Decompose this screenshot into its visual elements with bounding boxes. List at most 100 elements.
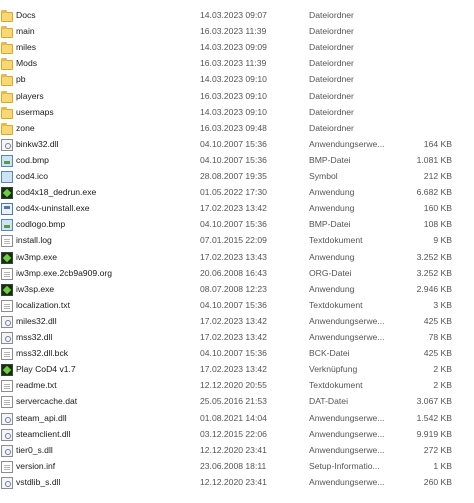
file-row[interactable]: cod4x-uninstall.exe 17.02.2023 13:42 Anwen… bbox=[0, 201, 474, 217]
file-date-modified: 20.06.2008 16:43 bbox=[200, 267, 267, 278]
file-size: 160 KB bbox=[423, 203, 452, 214]
file-row[interactable]: steam_api.dll 01.08.2021 14:04 Anwendungse… bbox=[0, 411, 474, 427]
folder-icon bbox=[1, 90, 13, 103]
file-size: 78 KB bbox=[428, 332, 452, 342]
file-name: miles bbox=[16, 42, 37, 53]
file-type: Dateiordner bbox=[309, 90, 354, 101]
file-row[interactable]: miles 14.03.2023 09:09 Dateiordner bbox=[0, 40, 474, 56]
file-type: Verknüpfung bbox=[309, 364, 358, 375]
file-type: Textdokument bbox=[309, 235, 363, 246]
file-row[interactable]: Mods 16.03.2023 11:39 Dateiordner bbox=[0, 56, 474, 72]
file-size: 1 KB bbox=[433, 460, 452, 471]
file-name: usermaps bbox=[16, 106, 54, 117]
file-row[interactable]: pb 14.03.2023 09:10 Dateiordner bbox=[0, 72, 474, 88]
folder-icon bbox=[1, 74, 13, 87]
file-date-modified: 14.03.2023 09:07 bbox=[200, 10, 267, 20]
file-date-modified: 17.02.2023 13:42 bbox=[200, 364, 267, 375]
file-name: steamclient.dll bbox=[16, 428, 71, 439]
cod4-exe-icon bbox=[1, 187, 13, 200]
file-row[interactable]: iw3sp.exe 08.07.2008 12:23 Anwendung 2.946 … bbox=[0, 282, 474, 298]
file-name: cod4.ico bbox=[16, 171, 49, 181]
file-row[interactable]: main 16.03.2023 11:39 Dateiordner bbox=[0, 24, 474, 40]
folder-icon bbox=[1, 10, 13, 22]
file-name: zone bbox=[16, 122, 35, 133]
file-name: vstdlib_s.dll bbox=[16, 476, 61, 487]
file-date-modified: 12.12.2020 23:41 bbox=[200, 476, 267, 487]
file-type: Textdokument bbox=[309, 380, 363, 391]
file-row[interactable]: version.inf 23.06.2008 18:11 Setup-Informa… bbox=[0, 459, 474, 475]
file-size: 212 KB bbox=[423, 171, 452, 181]
file-row[interactable]: iw3mp.exe 17.02.2023 13:43 Anwendung 3.252 … bbox=[0, 250, 474, 266]
file-type: DAT-Datei bbox=[309, 396, 348, 407]
file-type: Dateiordner bbox=[309, 42, 354, 53]
file-name: iw3sp.exe bbox=[16, 283, 55, 294]
file-name: cod4x18_dedrun.exe bbox=[16, 187, 97, 198]
folder-icon bbox=[1, 42, 13, 55]
file-row[interactable]: tier0_s.dll 12.12.2020 23:41 Anwendungserw… bbox=[0, 443, 474, 459]
file-row[interactable]: servercache.dat 25.05.2016 21:53 DAT-Datei… bbox=[0, 394, 474, 410]
file-name: binkw32.dll bbox=[16, 138, 59, 149]
cod4-exe-icon bbox=[1, 283, 13, 296]
setup-info-file-icon bbox=[1, 460, 13, 473]
file-type: Anwendungserwe... bbox=[309, 476, 385, 487]
file-row[interactable]: cod4.ico 28.08.2007 19:35 Symbol 212 KB bbox=[0, 169, 474, 185]
file-date-modified: 28.08.2007 19:35 bbox=[200, 171, 267, 181]
file-row[interactable]: readme.txt 12.12.2020 20:55 Textdokument 2 … bbox=[0, 378, 474, 394]
file-type: Dateiordner bbox=[309, 106, 354, 117]
file-size: 425 KB bbox=[423, 315, 452, 326]
folder-icon bbox=[1, 106, 13, 119]
file-row[interactable]: iw3mp.exe.2cb9a909.org 20.06.2008 16:43 OR… bbox=[0, 266, 474, 282]
file-row[interactable]: steamclient.dll 03.12.2015 22:06 Anwendung… bbox=[0, 427, 474, 443]
file-name: Docs bbox=[16, 10, 36, 20]
cod4-exe-icon bbox=[1, 251, 13, 264]
file-date-modified: 25.05.2016 21:53 bbox=[200, 396, 267, 407]
file-row[interactable]: zone 16.03.2023 09:48 Dateiordner bbox=[0, 121, 474, 137]
file-size: 3.067 KB bbox=[416, 396, 452, 407]
generic-file-icon bbox=[1, 348, 13, 361]
file-size: 164 KB bbox=[423, 138, 452, 149]
file-name: mss32.dll.bck bbox=[16, 348, 69, 359]
file-date-modified: 16.03.2023 11:39 bbox=[200, 26, 267, 37]
file-row[interactable]: Play CoD4 v1.7 17.02.2023 13:42 Verknüpfun… bbox=[0, 362, 474, 378]
file-list: Docs 14.03.2023 09:07 Dateiordner main 16.03… bbox=[0, 0, 474, 503]
file-row[interactable]: install.log 07.01.2015 22:09 Textdokument 9… bbox=[0, 233, 474, 249]
file-name: Play CoD4 v1.7 bbox=[16, 364, 76, 375]
file-row[interactable]: cod.bmp 04.10.2007 15:36 BMP-Datei 1.081 KB bbox=[0, 153, 474, 169]
file-type: Textdokument bbox=[309, 299, 363, 310]
folder-icon bbox=[1, 58, 13, 71]
file-size: 2 KB bbox=[433, 364, 452, 375]
file-name: players bbox=[16, 90, 44, 101]
file-row[interactable]: codlogo.bmp 04.10.2007 15:36 BMP-Datei 108 … bbox=[0, 217, 474, 233]
file-name: pb bbox=[16, 74, 26, 85]
dll-file-icon bbox=[1, 444, 13, 457]
file-type: Dateiordner bbox=[309, 74, 354, 85]
file-size: 1.542 KB bbox=[416, 412, 452, 423]
file-date-modified: 01.05.2022 17:30 bbox=[200, 187, 267, 198]
file-type: Anwendungserwe... bbox=[309, 332, 385, 342]
file-name: version.inf bbox=[16, 460, 56, 471]
file-name: steam_api.dll bbox=[16, 412, 67, 423]
file-name: cod4x-uninstall.exe bbox=[16, 203, 90, 214]
generic-file-icon bbox=[1, 396, 13, 409]
file-type: BMP-Datei bbox=[309, 219, 351, 230]
folder-icon bbox=[1, 26, 13, 39]
file-date-modified: 03.12.2015 22:06 bbox=[200, 428, 267, 439]
file-row[interactable]: mss32.dll.bck 04.10.2007 15:36 BCK-Datei 42… bbox=[0, 346, 474, 362]
dll-file-icon bbox=[1, 428, 13, 441]
file-row[interactable]: cod4x18_dedrun.exe 01.05.2022 17:30 Anwend… bbox=[0, 185, 474, 201]
file-row[interactable]: mss32.dll 17.02.2023 13:42 Anwendungserwe.… bbox=[0, 330, 474, 346]
file-row[interactable]: usermaps 14.03.2023 09:10 Dateiordner bbox=[0, 105, 474, 121]
file-type: Dateiordner bbox=[309, 122, 354, 133]
file-row[interactable]: binkw32.dll 04.10.2007 15:36 Anwendungserw… bbox=[0, 137, 474, 153]
file-row[interactable]: localization.txt 04.10.2007 15:36 Textdoku… bbox=[0, 298, 474, 314]
file-row[interactable]: miles32.dll 17.02.2023 13:42 Anwendungserw… bbox=[0, 314, 474, 330]
file-row[interactable]: players 16.03.2023 09:10 Dateiordner bbox=[0, 89, 474, 105]
dll-file-icon bbox=[1, 315, 13, 328]
file-date-modified: 04.10.2007 15:36 bbox=[200, 154, 267, 165]
file-row[interactable]: vstdlib_s.dll 12.12.2020 23:41 Anwendungse… bbox=[0, 475, 474, 491]
file-row[interactable]: Docs 14.03.2023 09:07 Dateiordner bbox=[0, 8, 474, 24]
file-type: Anwendungserwe... bbox=[309, 138, 385, 149]
file-type: Anwendung bbox=[309, 251, 355, 262]
file-type: BCK-Datei bbox=[309, 348, 350, 359]
file-date-modified: 04.10.2007 15:36 bbox=[200, 219, 267, 230]
